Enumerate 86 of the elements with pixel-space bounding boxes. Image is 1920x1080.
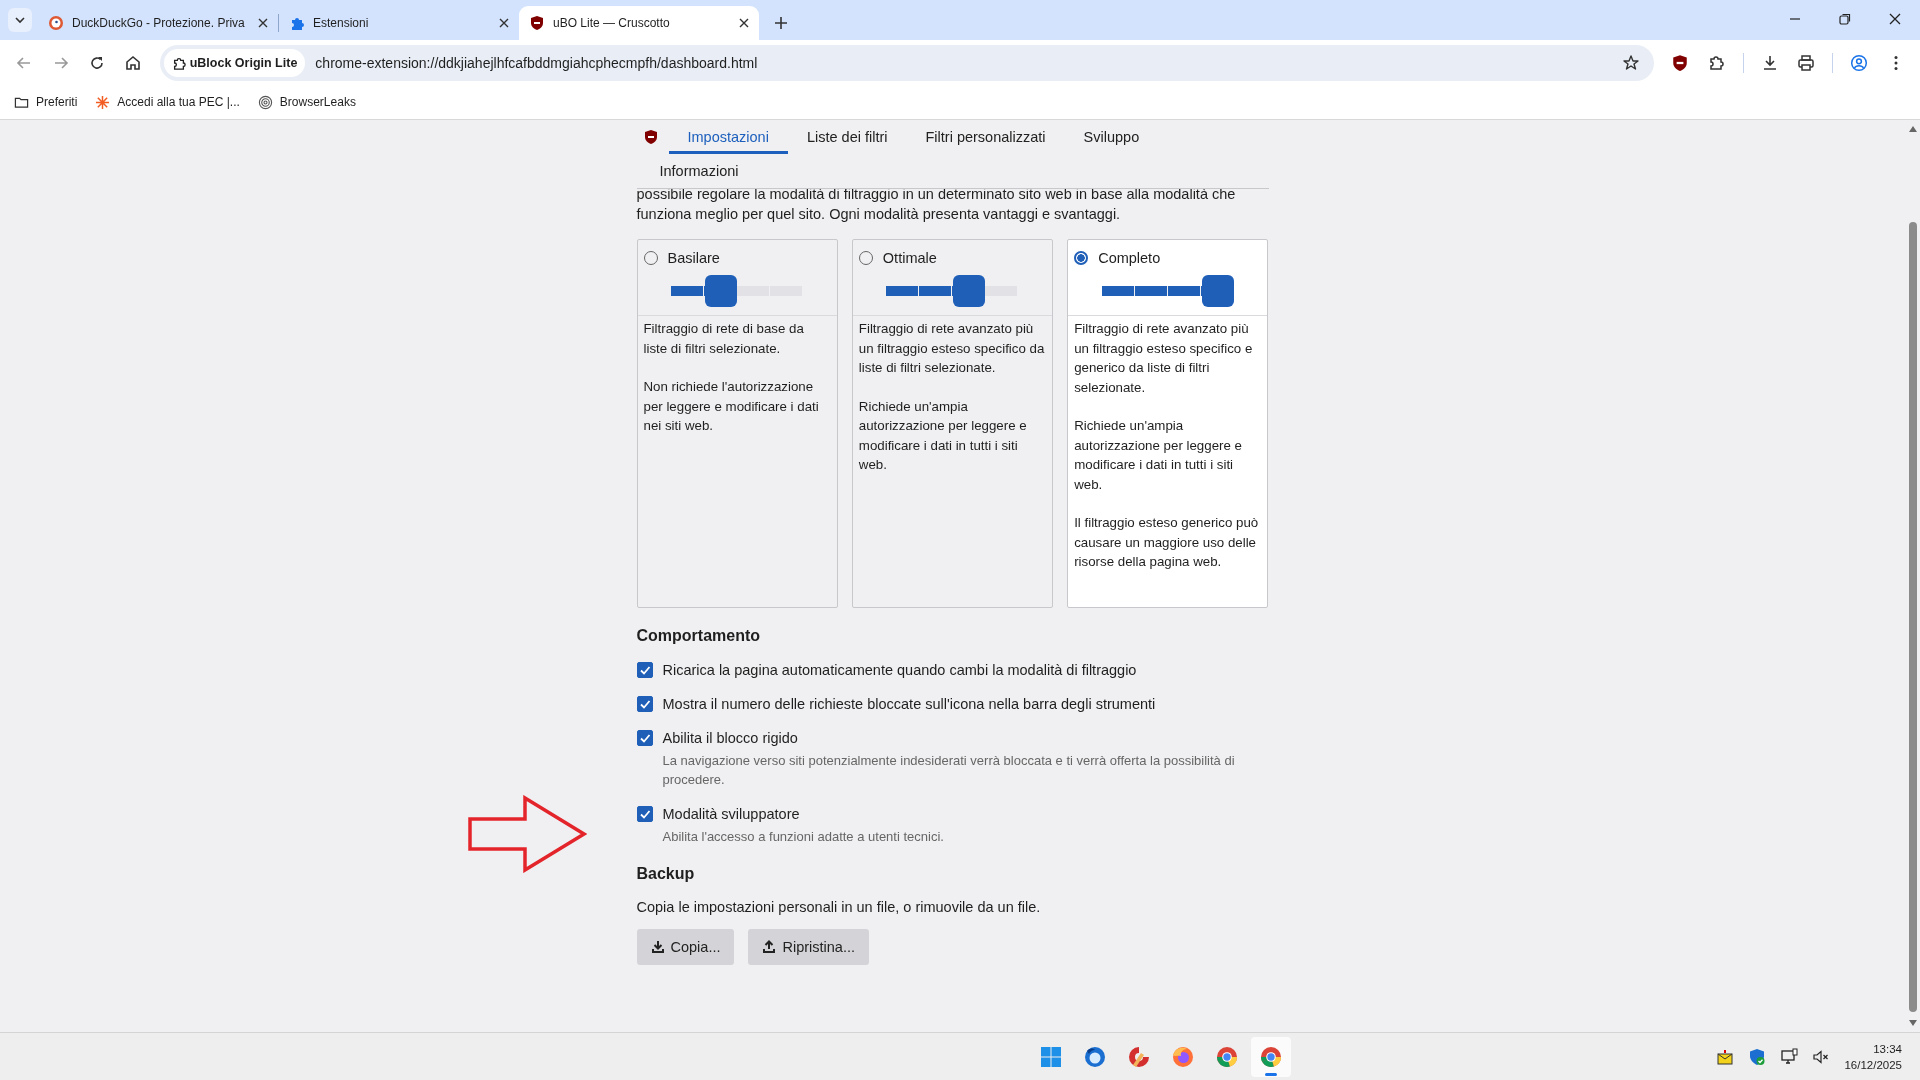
- network-icon[interactable]: [1780, 1047, 1799, 1066]
- puzzle-icon[interactable]: [1707, 53, 1726, 72]
- backup-button[interactable]: Copia...: [636, 929, 735, 965]
- address-bar[interactable]: uBlock Origin Lite chrome-extension://ddkjiahejlhfcafbddmgiahcphecmpfh/dashboard.html: [159, 44, 1654, 81]
- browser-tab[interactable]: DuckDuckGo - Protezione. Priva: [38, 6, 278, 40]
- shield-icon: [642, 129, 659, 145]
- level-slider[interactable]: [886, 274, 1019, 308]
- url-text: chrome-extension://ddkjiahejlhfcafbddmgiahcphecmpfh/dashboard.html: [315, 54, 758, 71]
- checkbox[interactable]: [636, 806, 653, 822]
- option-label: Modalità sviluppatore: [662, 805, 801, 823]
- radio-button[interactable]: [1074, 251, 1089, 265]
- fingerprint-icon: [257, 94, 273, 110]
- spark-icon: [95, 94, 111, 110]
- browser-tab[interactable]: uBO Lite — Cruscotto: [519, 6, 759, 40]
- nav-tab[interactable]: Filtri personalizzati: [906, 120, 1065, 154]
- nav-tab[interactable]: Sviluppo: [1064, 120, 1159, 154]
- section-heading: Comportamento: [636, 627, 762, 645]
- puzzle-icon: [289, 15, 305, 31]
- bird-icon: [1083, 1044, 1107, 1069]
- print-icon[interactable]: [1797, 53, 1816, 72]
- mode-description: Il filtraggio esteso generico può causare un maggiore uso delle risorse della pagina web.: [1074, 514, 1260, 571]
- mode-description: Non richiede l'autorizzazione per leggere e modificare i dati nei siti web.: [643, 378, 820, 435]
- site-name: uBlock Origin Lite: [189, 55, 298, 70]
- chrome-icon: [1215, 1044, 1239, 1069]
- mode-description: Filtraggio di rete di base da liste di filtri selezionate.: [643, 320, 805, 358]
- nav-tab[interactable]: Liste dei filtri: [787, 120, 907, 154]
- download-icon: [650, 940, 665, 954]
- description-text: funziona meglio per quel sito. Ogni modalità presenta vantaggi e svantaggi.: [636, 205, 1122, 224]
- bookmark-item[interactable]: Preferiti: [14, 94, 78, 110]
- mode-description: Filtraggio di rete avanzato più un filtraggio esteso specifico e generico da liste di filtri selezionate.: [1074, 320, 1254, 397]
- mode-label: Completo: [1098, 250, 1161, 266]
- taskbar-app[interactable]: [1251, 1036, 1291, 1077]
- shield-check-icon[interactable]: [1748, 1047, 1767, 1066]
- mode-description: Richiede un'ampia autorizzazione per leggere e modificare i dati in tutti i siti web.: [1074, 417, 1243, 494]
- star-icon[interactable]: [1621, 53, 1640, 72]
- mode-card[interactable]: Basilare Filtraggio di rete di base da liste di filtri selezionate. Non richiede l'autorizzazione per leggere e modificare i dati nei siti web.: [636, 239, 838, 608]
- duck-icon: [48, 15, 64, 31]
- brush-icon: [1127, 1044, 1151, 1069]
- checkbox[interactable]: [636, 696, 653, 712]
- close-icon[interactable]: [1888, 12, 1902, 26]
- slider-thumb[interactable]: [953, 275, 986, 307]
- section-heading: Backup: [636, 865, 696, 883]
- level-slider[interactable]: [1101, 274, 1234, 308]
- shield-icon: [529, 15, 545, 31]
- clock[interactable]: 13:34 16/12/2025: [1844, 1040, 1902, 1073]
- option-label: Abilita il blocco rigido: [662, 729, 799, 747]
- upload-icon: [762, 940, 777, 954]
- checkbox[interactable]: [636, 662, 653, 678]
- site-chip[interactable]: uBlock Origin Lite: [163, 48, 306, 77]
- puzzle-icon: [171, 55, 186, 70]
- firefox-icon: [1171, 1044, 1195, 1069]
- backup-text: Copia le impostazioni personali in un file, o rimuovile da un file.: [636, 899, 1042, 915]
- envelope-icon[interactable]: [1716, 1047, 1735, 1066]
- close-icon[interactable]: [739, 18, 749, 28]
- restore-icon[interactable]: [1838, 12, 1852, 26]
- plus-icon: [774, 16, 788, 30]
- bookmark-item[interactable]: BrowserLeaks: [257, 94, 356, 110]
- mode-label: Basilare: [667, 250, 720, 266]
- slider-thumb[interactable]: [705, 275, 738, 307]
- mode-card[interactable]: [1067, 239, 1269, 608]
- home-icon[interactable]: [124, 53, 143, 72]
- checkbox[interactable]: [636, 730, 653, 746]
- tab-search-button[interactable]: [8, 8, 32, 32]
- option-description: Abilita l'accesso a funzioni adatte a utenti tecnici.: [662, 828, 944, 846]
- mode-description: Richiede un'ampia autorizzazione per leggere e modificare i dati in tutti i siti web.: [858, 397, 1028, 474]
- caret-icon: [14, 14, 26, 26]
- shield-icon[interactable]: [1670, 53, 1689, 72]
- close-icon[interactable]: [499, 18, 509, 28]
- profile-icon[interactable]: [1850, 53, 1869, 72]
- mode-description: Filtraggio di rete avanzato più un filtraggio esteso specifico da liste di filtri selezionate.: [858, 320, 1046, 377]
- bookmark-item[interactable]: Accedi alla tua PEC |...: [95, 94, 240, 110]
- close-icon[interactable]: [258, 18, 268, 28]
- muted-speaker-icon[interactable]: [1812, 1047, 1831, 1066]
- mode-label: Ottimale: [882, 250, 937, 266]
- windows-icon: [1039, 1044, 1063, 1069]
- option-label: Ricarica la pagina automaticamente quando cambi la modalità di filtraggio: [662, 661, 1137, 679]
- backup-button[interactable]: Ripristina...: [748, 929, 869, 965]
- mode-card[interactable]: Ottimale Filtraggio di rete avanzato più un filtraggio esteso specifico da liste di filtri selezionate. Richiede un'ampia autorizzazione per leggere e modificare i dati in tutti i siti web.: [851, 239, 1054, 608]
- level-slider[interactable]: [671, 274, 804, 308]
- chrome-icon: [1259, 1044, 1283, 1069]
- option-description: La navigazione verso siti potenzialmente indesiderati verrà bloccata e ti verrà offerta la possibilità di procedere.: [662, 752, 1236, 789]
- slider-thumb[interactable]: [1201, 275, 1234, 307]
- option-label: Mostra il numero delle richieste bloccate sull'icona nella barra degli strumenti: [662, 695, 1156, 713]
- nav-tab[interactable]: Impostazioni: [668, 120, 788, 154]
- browser-tab[interactable]: Estensioni: [279, 6, 519, 40]
- nav-tab[interactable]: Informazioni: [640, 154, 758, 188]
